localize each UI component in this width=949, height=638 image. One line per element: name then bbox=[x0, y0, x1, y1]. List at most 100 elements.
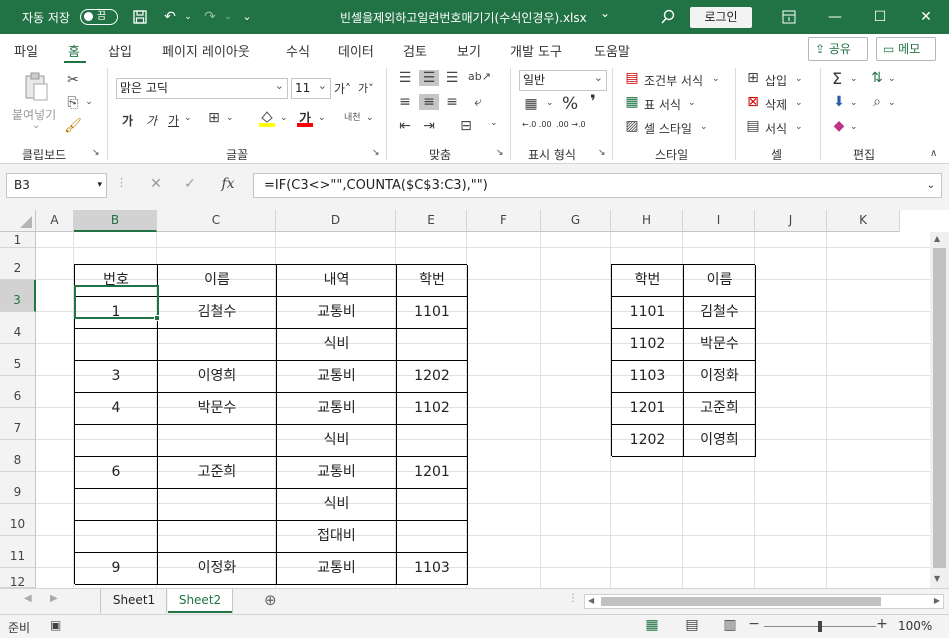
table-cell[interactable]: 1102 bbox=[397, 393, 468, 425]
font-color-dropdown-icon[interactable]: ⌄ bbox=[318, 113, 326, 123]
scroll-up-icon[interactable]: ▲ bbox=[934, 234, 940, 243]
table-cell[interactable]: 1103 bbox=[612, 361, 684, 393]
row-header-9[interactable]: 9 bbox=[0, 472, 36, 504]
autosave-toggle[interactable]: 끔 bbox=[80, 9, 118, 25]
table-cell[interactable] bbox=[75, 425, 158, 457]
decrease-decimal-button[interactable]: .00 →.0 bbox=[556, 120, 586, 129]
tab-developer[interactable]: 개발 도구 bbox=[510, 41, 562, 60]
row-header-12[interactable]: 12 bbox=[0, 568, 36, 588]
table-cell[interactable]: 3 bbox=[75, 361, 158, 393]
select-all-corner[interactable] bbox=[0, 210, 36, 232]
number-format-select[interactable]: 일반 bbox=[519, 68, 607, 91]
tab-insert[interactable]: 삽입 bbox=[108, 41, 132, 60]
fill-dropdown-icon[interactable]: ⌄ bbox=[850, 98, 858, 108]
column-header-e[interactable]: E bbox=[396, 210, 467, 232]
sort-filter-icon[interactable]: ⇅ bbox=[868, 70, 886, 86]
redo-dropdown-icon[interactable]: ⌄ bbox=[218, 7, 238, 27]
fill-icon[interactable]: ⬇ bbox=[830, 94, 848, 110]
table-cell[interactable]: 9 bbox=[75, 553, 158, 585]
find-dropdown-icon[interactable]: ⌄ bbox=[888, 98, 896, 108]
scroll-right-icon[interactable]: ▶ bbox=[934, 596, 940, 605]
table-cell[interactable] bbox=[397, 329, 468, 361]
column-header-f[interactable]: F bbox=[467, 210, 541, 232]
table-cell[interactable]: 1102 bbox=[612, 329, 684, 361]
font-name-select[interactable]: 맑은 고딕 bbox=[116, 76, 288, 99]
cancel-icon[interactable]: ✕ bbox=[146, 176, 166, 192]
orientation-icon[interactable]: ab↗ bbox=[468, 70, 491, 83]
table-cell[interactable] bbox=[397, 521, 468, 553]
table-header-cell[interactable]: 학번 bbox=[612, 265, 684, 297]
ribbon-display-icon[interactable] bbox=[766, 0, 812, 34]
tab-page-layout[interactable]: 페이지 레이아웃 bbox=[162, 41, 250, 60]
table-cell[interactable]: 교통비 bbox=[277, 457, 397, 489]
table-cell[interactable]: 교통비 bbox=[277, 393, 397, 425]
table-cell[interactable]: 식비 bbox=[277, 329, 397, 361]
name-box[interactable]: B3 ▾ bbox=[6, 173, 107, 198]
zoom-level[interactable]: 100% bbox=[898, 619, 932, 633]
align-middle-icon[interactable]: ☰ bbox=[419, 70, 439, 86]
insert-cells-icon[interactable]: ⊞ bbox=[745, 70, 761, 86]
page-layout-view-icon[interactable]: ▤ bbox=[684, 617, 700, 633]
row-header-7[interactable]: 7 bbox=[0, 408, 36, 440]
table-cell[interactable]: 이영희 bbox=[684, 425, 756, 457]
zoom-in-icon[interactable]: + bbox=[876, 616, 888, 632]
table-cell[interactable]: 교통비 bbox=[277, 361, 397, 393]
table-cell[interactable]: 고준희 bbox=[158, 457, 277, 489]
row-header-3[interactable]: 3 bbox=[0, 280, 36, 312]
font-size-select[interactable]: 11 bbox=[291, 76, 331, 99]
tab-file[interactable]: 파일 bbox=[14, 41, 38, 60]
maximize-icon[interactable]: ☐ bbox=[857, 0, 903, 34]
table-format-dropdown-icon[interactable]: ⌄ bbox=[688, 98, 696, 108]
horizontal-scroll-thumb[interactable] bbox=[601, 597, 881, 606]
collapse-ribbon-icon[interactable]: ∧ bbox=[930, 148, 937, 159]
align-bottom-icon[interactable]: ☰ bbox=[443, 70, 461, 86]
italic-button[interactable]: 가 bbox=[146, 112, 157, 129]
tab-home[interactable]: 홈 bbox=[68, 41, 80, 60]
table-cell[interactable] bbox=[158, 489, 277, 521]
row-header-2[interactable]: 2 bbox=[0, 248, 36, 280]
vertical-scrollbar[interactable]: ▲ ▼ bbox=[930, 232, 949, 588]
table-cell[interactable]: 김철수 bbox=[158, 297, 277, 329]
tab-split-handle-icon[interactable]: ⋮ bbox=[568, 593, 578, 604]
vertical-scroll-thumb[interactable] bbox=[933, 248, 946, 568]
sheet-tab-sheet1[interactable]: Sheet1 bbox=[104, 589, 164, 613]
clear-icon[interactable]: ◆ bbox=[830, 118, 848, 134]
redo-icon[interactable]: ↷ bbox=[200, 7, 220, 27]
fill-color-icon[interactable] bbox=[258, 108, 276, 128]
phonetic-icon[interactable]: 내천 bbox=[344, 110, 361, 123]
table-cell[interactable]: 1103 bbox=[397, 553, 468, 585]
format-cells-button[interactable]: 서식 bbox=[765, 120, 787, 137]
row-header-1[interactable]: 1 bbox=[0, 232, 36, 248]
percent-style-button[interactable]: % bbox=[562, 94, 578, 114]
sheet-tab-sheet2[interactable]: Sheet2 bbox=[168, 589, 232, 613]
table-cell[interactable]: 접대비 bbox=[277, 521, 397, 553]
table-cell[interactable] bbox=[158, 425, 277, 457]
column-header-c[interactable]: C bbox=[157, 210, 276, 232]
find-select-icon[interactable]: ⌕ bbox=[868, 94, 886, 110]
new-sheet-icon[interactable]: ⊕ bbox=[264, 591, 277, 609]
column-header-a[interactable]: A bbox=[36, 210, 74, 232]
prev-sheet-icon[interactable]: ◀ bbox=[24, 593, 32, 604]
paste-dropdown-icon[interactable]: ⌄ bbox=[32, 120, 40, 131]
macro-record-icon[interactable]: ▣ bbox=[50, 618, 61, 632]
cell-style-dropdown-icon[interactable]: ⌄ bbox=[700, 122, 708, 132]
tab-view[interactable]: 보기 bbox=[457, 41, 481, 60]
worksheet-grid[interactable]: ABCDEFGHIJK 1 2 3 4 5 6 7 8 9 10 11 12 번호 이름 내역 학번 1 김철수… bbox=[0, 210, 949, 588]
table-cell[interactable]: 식비 bbox=[277, 489, 397, 521]
column-header-b[interactable]: B bbox=[74, 210, 157, 232]
row-header-4[interactable]: 4 bbox=[0, 312, 36, 344]
table-cell[interactable] bbox=[397, 489, 468, 521]
undo-dropdown-icon[interactable]: ⌄ bbox=[178, 7, 198, 27]
table-cell[interactable] bbox=[75, 329, 158, 361]
name-box-dropdown-icon[interactable]: ▾ bbox=[97, 174, 102, 197]
row-header-6[interactable]: 6 bbox=[0, 376, 36, 408]
tab-formulas[interactable]: 수식 bbox=[286, 41, 310, 60]
font-color-icon[interactable]: 가 bbox=[296, 108, 314, 128]
table-cell[interactable]: 1101 bbox=[397, 297, 468, 329]
table-header-cell[interactable]: 학번 bbox=[397, 265, 468, 297]
conditional-format-button[interactable]: 조건부 서식 bbox=[644, 72, 703, 89]
table-cell[interactable] bbox=[75, 521, 158, 553]
format-painter-icon[interactable]: 🖌 bbox=[64, 118, 82, 134]
increase-indent-icon[interactable]: ⇥ bbox=[419, 118, 439, 134]
table-cell[interactable]: 박문수 bbox=[158, 393, 277, 425]
